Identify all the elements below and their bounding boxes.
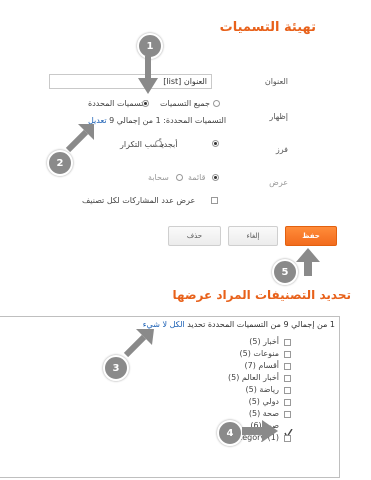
category-row[interactable]: أخبار العالم (5) <box>0 373 339 385</box>
category-checkbox[interactable] <box>284 363 291 370</box>
show-count-label: عرض عدد المشاركات لكل تصنيف <box>82 196 196 205</box>
category-label: أقسام (7) <box>244 361 279 370</box>
display-label: إظهار <box>269 112 288 121</box>
title-label: العنوان <box>264 77 288 86</box>
category-row[interactable]: رياضة (5) <box>0 385 339 397</box>
category-row[interactable]: أقسام (7) <box>0 361 339 373</box>
category-checkbox[interactable] <box>284 399 291 406</box>
category-checkbox[interactable] <box>284 375 291 382</box>
category-checkbox[interactable] <box>284 387 291 394</box>
category-row[interactable]: دولي (5) <box>0 397 339 409</box>
category-list-panel: 1 من إجمالي 9 من التسميات المحددة تحديد … <box>0 316 340 478</box>
view-cloud-label: سحابة <box>148 173 169 182</box>
view-cloud-radio[interactable] <box>176 174 183 181</box>
annotation-badge-5: 5 <box>272 259 298 285</box>
select-all-link[interactable]: الكل <box>170 320 185 329</box>
category-label: أخبار العالم (5) <box>227 373 279 382</box>
category-checkbox[interactable] <box>284 351 291 358</box>
title-input[interactable]: العنوان [list] <box>49 74 212 89</box>
sort-label: فرز <box>275 145 288 154</box>
show-count-checkbox[interactable] <box>211 197 218 204</box>
category-row[interactable]: منوعات (5) <box>0 349 339 361</box>
arrow-up-right-icon <box>123 329 154 358</box>
display-selected-label: التسميات المحددة <box>88 99 149 108</box>
category-label: رياضة (5) <box>245 385 280 394</box>
category-checkbox[interactable] <box>284 411 291 418</box>
sort-alpha-radio[interactable] <box>212 140 219 147</box>
cancel-button[interactable]: إلغاء <box>228 226 278 246</box>
select-label: تحديد <box>187 320 206 329</box>
selected-summary: التسميات المحددة: 1 من إجمالي 9 تعديل <box>88 116 226 125</box>
category-row[interactable]: category (1) <box>0 433 339 445</box>
view-label: عرض <box>269 178 288 187</box>
view-list-label: قائمة <box>188 173 206 182</box>
save-button[interactable]: حفظ <box>285 226 337 246</box>
display-all-radio[interactable] <box>213 100 220 107</box>
section-title: تحديد التصنيفات المراد عرضها <box>172 288 351 302</box>
category-list-summary: 1 من إجمالي 9 من التسميات المحددة تحديد … <box>143 320 335 329</box>
category-row[interactable]: صور (6) <box>0 421 339 439</box>
display-all-label: جميع التسميات <box>160 99 211 108</box>
selected-summary-text: التسميات المحددة: 1 من إجمالي 9 <box>109 116 227 125</box>
category-summary-text: 1 من إجمالي 9 من التسميات المحددة <box>207 320 335 329</box>
category-row[interactable]: أخبار (5) <box>0 337 339 349</box>
category-label: منوعات (5) <box>239 349 279 358</box>
arrow-up-right-icon <box>65 124 94 153</box>
view-list-radio[interactable] <box>212 174 219 181</box>
category-label: صحة (5) <box>248 409 279 418</box>
arrow-up-icon <box>296 248 320 276</box>
category-checkbox[interactable] <box>284 423 293 439</box>
delete-button[interactable]: حذف <box>168 226 221 246</box>
arrow-down-icon <box>138 56 158 94</box>
page-title: تهيئة التسميات <box>219 20 316 35</box>
arrow-right-icon <box>242 420 278 442</box>
category-row[interactable]: صحة (5) <box>0 409 339 421</box>
sort-freq-radio[interactable] <box>155 140 162 147</box>
display-selected-radio[interactable] <box>142 100 149 107</box>
category-checkbox[interactable] <box>284 435 291 442</box>
category-checkbox[interactable] <box>284 339 291 346</box>
category-label: أخبار (5) <box>249 337 279 346</box>
annotation-badge-4: 4 <box>217 420 243 446</box>
category-label: دولي (5) <box>248 397 279 406</box>
